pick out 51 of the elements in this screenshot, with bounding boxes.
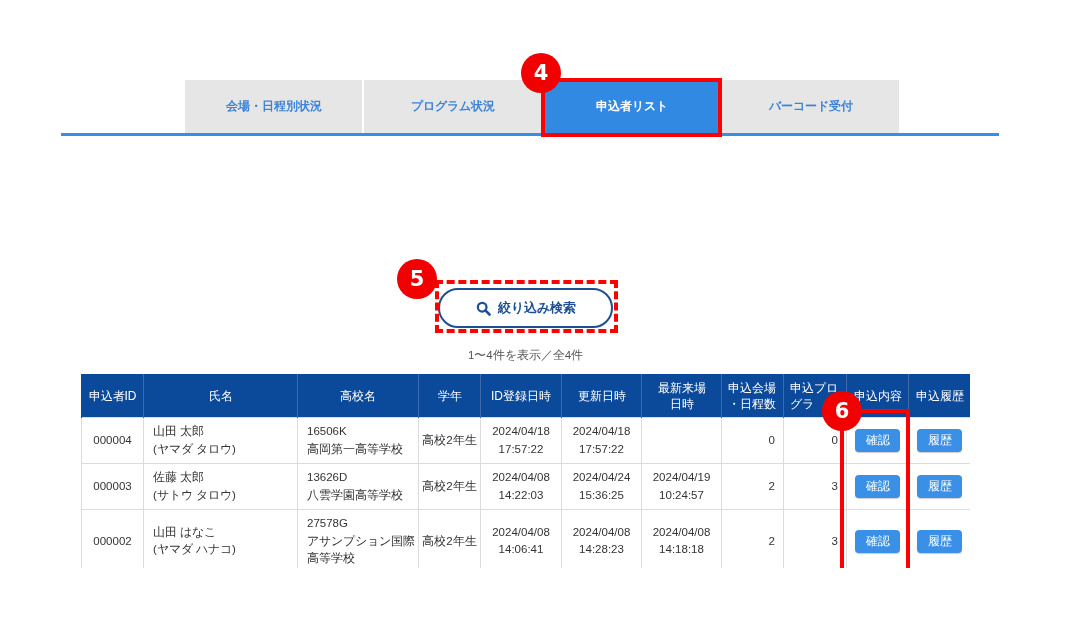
confirm-button[interactable]: 確認	[855, 475, 900, 498]
column-header: ID登録日時	[491, 388, 551, 403]
tab[interactable]: バーコード受付	[722, 80, 899, 133]
tab[interactable]: プログラム状況	[364, 80, 541, 133]
table-cell-text: 2024/04/18 17:57:22	[491, 424, 551, 457]
search-icon	[475, 300, 491, 316]
result-count: 1〜4件を表示／全4件	[467, 348, 584, 363]
history-button[interactable]: 履歴	[917, 429, 962, 452]
callout-badge: 4	[521, 53, 561, 93]
history-button[interactable]: 履歴	[917, 529, 962, 553]
column-header: 高校名	[340, 388, 376, 403]
table-cell-text: 2024/04/08 14:28:23	[571, 524, 632, 558]
table-cell-text: 000004	[92, 432, 133, 448]
confirm-button[interactable]: 確認	[855, 429, 900, 452]
table-cell-text: 2024/04/19 10:24:57	[651, 470, 712, 503]
column-header: 氏名	[208, 388, 233, 403]
column-header: 更新日時	[577, 388, 626, 403]
table-cell-text: 16506K 高岡第一高等学校	[307, 424, 404, 457]
history-button[interactable]: 履歴	[917, 475, 962, 498]
table-cell-text: 000002	[92, 533, 133, 549]
tab[interactable]: 申込者リスト	[543, 80, 720, 133]
table-cell-text: 000003	[92, 478, 133, 494]
confirm-button[interactable]: 確認	[855, 529, 900, 553]
table-cell-text: 高校2年生	[422, 432, 477, 448]
table-cell-text: 山田 太郎 (ヤマダ タロウ)	[153, 424, 237, 457]
table-cell-text: 0	[767, 432, 775, 448]
table-cell-text: 佐藤 太郎 (サトウ タロウ)	[153, 470, 237, 503]
table-cell-text: 高校2年生	[422, 533, 477, 549]
table-cell-text: 13626D 八雲学園高等学校	[307, 470, 404, 503]
column-header: 学年	[437, 388, 462, 403]
callout-badge: 5	[397, 259, 437, 299]
table-cell-text: 2024/04/08 14:18:18	[651, 524, 712, 558]
table-cell-text: 3	[830, 533, 838, 549]
table-cell-text: 2	[767, 533, 775, 549]
column-header: 申込履歴	[915, 388, 964, 403]
column-header: 申込会場・日程数	[728, 380, 776, 411]
table-cell-text: 2024/04/24 15:36:25	[571, 470, 632, 503]
table-cell-text: 高校2年生	[422, 478, 477, 494]
search-button[interactable]: 絞り込み検索	[438, 288, 613, 328]
table-cell-text: 山田 はなこ (ヤマダ ハナコ)	[153, 524, 237, 558]
table-cell-text: 0	[830, 432, 838, 448]
column-header: 申込者ID	[88, 388, 137, 403]
tab[interactable]: 会場・日程別状況	[185, 80, 362, 133]
column-header: 申込内容	[853, 388, 902, 403]
table-cell-text: 2024/04/08 14:06:41	[491, 524, 551, 558]
table-cell-text: 2024/04/08 14:22:03	[491, 470, 551, 503]
column-header: 最新来場日時	[657, 380, 706, 411]
table-cell-text: 27578G アサンプション国際高等学校	[307, 516, 416, 566]
table-cell-text: 2	[767, 478, 775, 494]
table-cell-text: 2024/04/18 17:57:22	[571, 424, 632, 457]
table-cell-text: 3	[830, 478, 838, 494]
